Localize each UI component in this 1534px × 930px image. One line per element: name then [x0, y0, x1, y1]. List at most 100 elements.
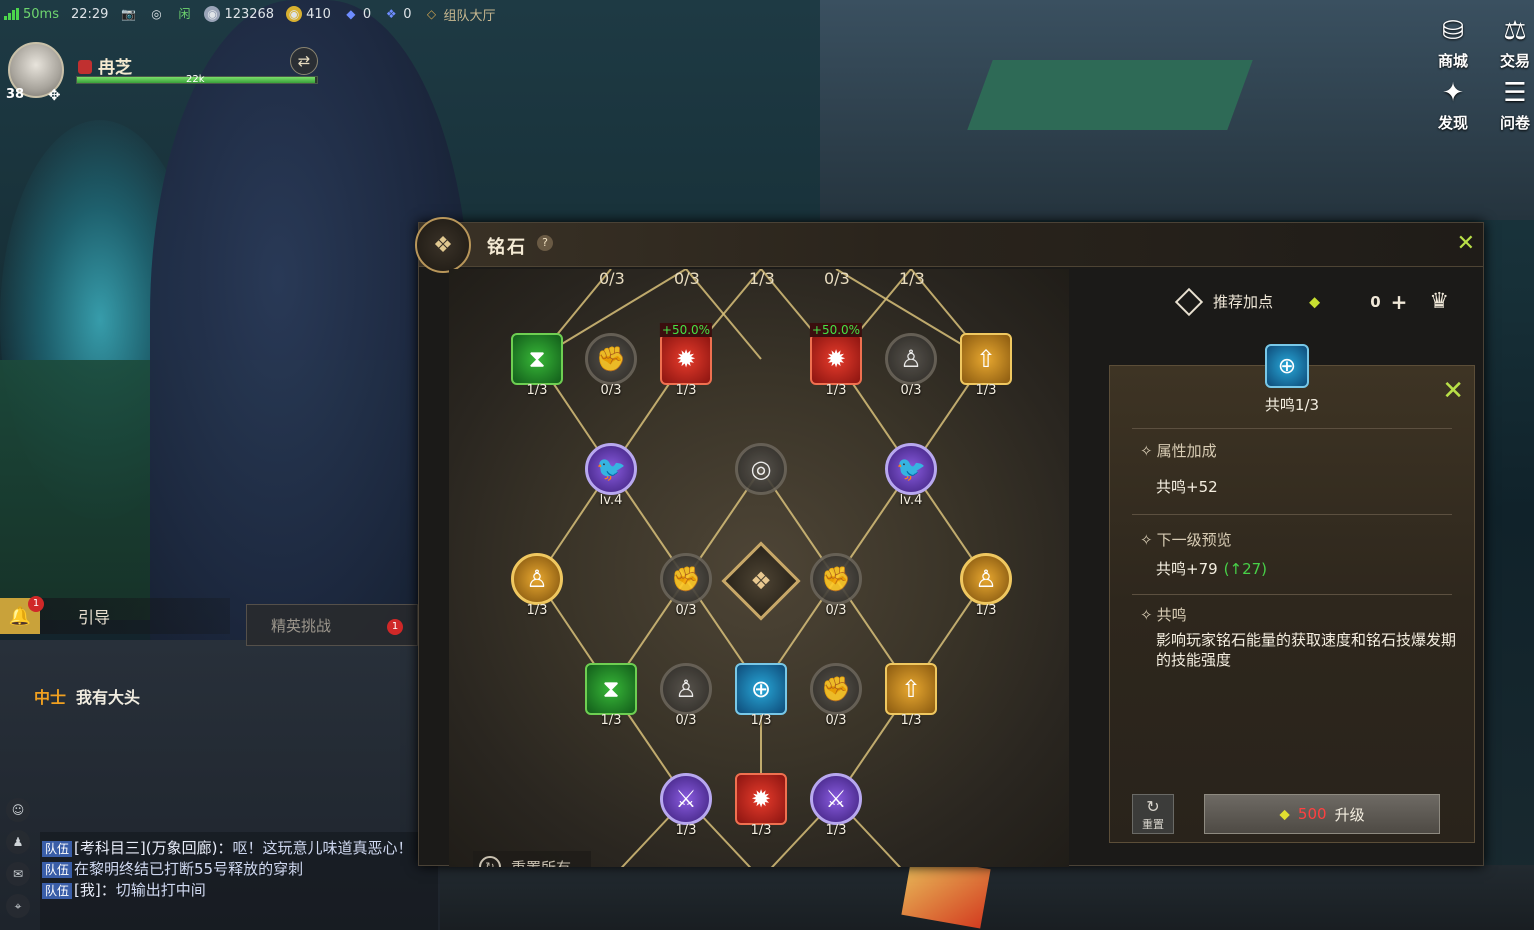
help-icon[interactable]: ?	[537, 235, 553, 251]
guide-label: 引导	[78, 608, 111, 627]
node-count: 0/3	[825, 713, 847, 728]
emote-icon[interactable]: ☺	[6, 798, 30, 822]
hourglass-icon: ⧗	[511, 333, 563, 385]
guide-bar[interactable]: 🔔 1 引导	[0, 596, 230, 634]
node-count: 0/3	[900, 383, 922, 398]
desc-title: 共鸣	[1140, 604, 1187, 625]
hp-text: 22k	[186, 74, 205, 85]
node-count: 0/3	[599, 269, 625, 288]
next-title: 下一级预览	[1140, 529, 1232, 550]
upgrade-button[interactable]: ⬥ 500 升级	[1204, 794, 1440, 834]
tree-node[interactable]: 🐦 lv.4	[584, 442, 638, 508]
mail-icon[interactable]: ✉	[6, 862, 30, 886]
bell-icon[interactable]: 🔔 1	[0, 596, 44, 634]
chat-side-icons: ☺ ♟ ✉ ⌖	[6, 798, 30, 918]
ping-indicator: 50ms	[4, 7, 59, 22]
node-count: 1/3	[900, 713, 922, 728]
node-count: 1/3	[600, 713, 622, 728]
points-value: 0	[1370, 292, 1381, 311]
detail-close-button[interactable]: ✕	[1442, 376, 1464, 406]
tree-node[interactable]: ♙ 1/3	[510, 552, 564, 618]
node-count: 1/3	[675, 823, 697, 838]
tree-node[interactable]: ◎	[734, 442, 788, 496]
crest-icon: ✹	[660, 333, 712, 385]
speech-icon[interactable]: ◎	[148, 6, 164, 22]
tree-node[interactable]: ⚔ 1/3	[809, 772, 863, 838]
reset-all-button[interactable]: ↻ 重置所有	[473, 851, 591, 867]
node-count: 0/3	[825, 603, 847, 618]
add-points-button[interactable]: +	[1391, 290, 1408, 314]
node-detail-panel: ⊕ 共鸣1/3 ✕ 属性加成 共鸣+52 下一级预览 共鸣+79 (↑27) 共鸣…	[1109, 344, 1475, 843]
tree-node[interactable]: ⇧ 1/3	[884, 662, 938, 728]
tree-node[interactable]: ♙ 0/3	[884, 332, 938, 398]
chat-sender[interactable]: [考科目三](万象回廊)：	[74, 839, 232, 857]
node-count: 0/3	[675, 713, 697, 728]
quest-button[interactable]: ☰ 问卷	[1500, 76, 1530, 133]
shop-button[interactable]: ⛁ 商城	[1438, 14, 1468, 71]
player-name-row: 冉芝	[78, 53, 132, 78]
camera-icon[interactable]: 📷	[120, 6, 136, 22]
node-count: 1/3	[825, 383, 847, 398]
tree-node[interactable]: ⧗ 1/3	[584, 662, 638, 728]
reset-icon: ↻	[1146, 796, 1160, 816]
chat-toggle[interactable]: ◎	[148, 6, 164, 22]
roof	[967, 60, 1253, 130]
tree-node[interactable]: ⚔ 1/3	[659, 772, 713, 838]
recommend-button[interactable]: 推荐加点	[1213, 291, 1273, 312]
tree-node[interactable]: ✹ 1/3 +50.0%	[659, 323, 713, 398]
crown-icon[interactable]: ♛	[1429, 289, 1449, 314]
node-count: 1/3	[749, 269, 775, 288]
close-button[interactable]: ✕	[1457, 231, 1475, 256]
node-count: 1/3	[750, 713, 772, 728]
tree-node[interactable]: ✊ 0/3	[809, 662, 863, 728]
tree-node[interactable]: 🐦 lv.4	[884, 442, 938, 508]
node-count: 1/3	[975, 383, 997, 398]
tree-node[interactable]: ♙ 0/3	[659, 662, 713, 728]
sword-icon: ⚔	[810, 773, 862, 825]
silver-coin-icon: ◉	[204, 6, 221, 22]
tree-node[interactable]: ✹ 1/3	[734, 772, 788, 838]
survey-icon: ☰	[1503, 78, 1527, 108]
npc-rank: 中士	[34, 688, 67, 707]
elite-challenge-button[interactable]: 精英挑战 1	[246, 604, 418, 646]
tree-node[interactable]: ♙ 1/3	[959, 552, 1013, 618]
shield-icon	[78, 60, 92, 74]
npc-name: 我有大头	[76, 688, 141, 707]
reset-button[interactable]: ↻ 重置	[1132, 794, 1174, 834]
swap-button[interactable]: ⇄	[290, 47, 318, 75]
currency-gem: ◆ 0	[343, 6, 371, 22]
tree-node[interactable]: ✹ 1/3 +50.0%	[809, 323, 863, 398]
trade-button[interactable]: ⚖ 交易	[1500, 14, 1530, 71]
tree-node[interactable]: ✊ 0/3	[584, 332, 638, 398]
tree-node[interactable]: ✊ 0/3	[809, 552, 863, 618]
idle-status[interactable]: 闲	[176, 6, 192, 22]
gem-icon: ◆	[346, 7, 356, 21]
gem-amount: 0	[362, 6, 372, 22]
tree-node[interactable]: ⊕ 1/3	[734, 662, 788, 728]
tree-node[interactable]: ✊ 0/3	[659, 552, 713, 618]
shop-label: 商城	[1438, 52, 1469, 70]
friends-icon[interactable]: ♟	[6, 830, 30, 854]
arm-icon: ✊	[660, 553, 712, 605]
node-count: 1/3	[899, 269, 925, 288]
node-count: 0/3	[675, 603, 697, 618]
node-count: 0/3	[824, 269, 850, 288]
trade-label: 交易	[1500, 52, 1531, 70]
window-title: 铭石	[487, 237, 527, 258]
chat-sender[interactable]: [我]：	[74, 881, 116, 899]
tree-node[interactable]: ⧗ 1/3	[510, 332, 564, 398]
team-lobby-link[interactable]: ◇ 组队大厅	[423, 5, 496, 24]
chat-line: 队伍 在黎明终结已打断55号释放的穿刺	[42, 859, 436, 880]
divider	[1132, 514, 1452, 515]
chat-box[interactable]: 队伍 [考科目三](万象回廊)：呕！这玩意儿味道真恶心！ 队伍 在黎明终结已打断55…	[40, 832, 438, 930]
node-count: 1/3	[526, 603, 548, 618]
bird-icon: 🐦	[885, 443, 937, 495]
player-level: 38	[6, 87, 25, 102]
camera-button[interactable]: 📷	[120, 6, 136, 22]
idle-icon[interactable]: 闲	[176, 6, 192, 22]
upgrade-cost: 500	[1297, 805, 1327, 823]
elite-badge: 1	[387, 619, 403, 635]
tree-node[interactable]: ⇧ 1/3	[959, 332, 1013, 398]
discover-button[interactable]: ✦ 发现	[1438, 76, 1468, 133]
location-icon[interactable]: ⌖	[6, 894, 30, 918]
